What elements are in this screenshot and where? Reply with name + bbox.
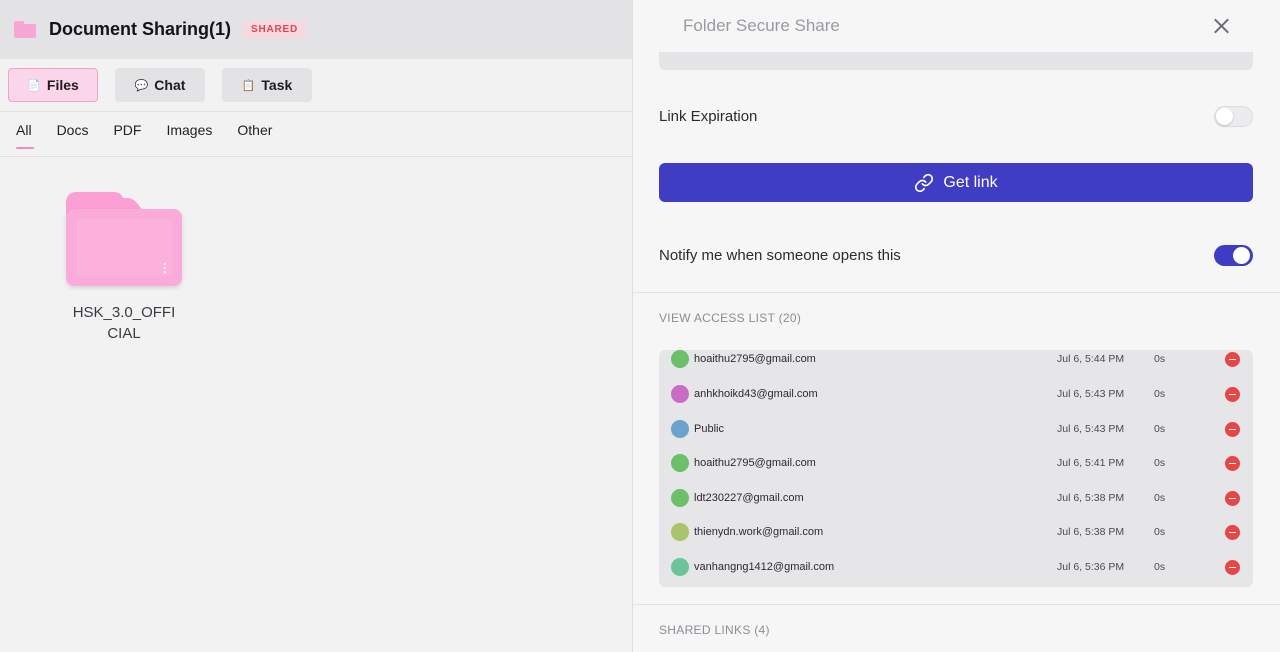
- tab-pdf[interactable]: PDF: [113, 122, 141, 156]
- avatar: [671, 420, 689, 438]
- header: Document Sharing(1) SHARED: [0, 0, 632, 59]
- shared-links-title[interactable]: SHARED LINKS (4): [659, 623, 770, 637]
- scrolled-field: [659, 52, 1253, 70]
- remove-icon[interactable]: [1225, 559, 1240, 575]
- access-date: Jul 6, 5:43 PM: [1057, 423, 1125, 435]
- status-badge: SHARED: [243, 20, 307, 39]
- remove-icon[interactable]: [1225, 524, 1240, 540]
- chat-button[interactable]: 💬 Chat: [115, 68, 205, 102]
- chat-button-label: Chat: [154, 77, 186, 93]
- access-date: Jul 6, 5:36 PM: [1057, 561, 1125, 573]
- folder-item[interactable]: · · · HSK_3.0_OFFICIAL: [64, 192, 184, 344]
- access-duration: 0s: [1154, 526, 1166, 538]
- file-icon: 📄: [27, 79, 41, 92]
- access-duration: 0s: [1154, 492, 1166, 504]
- access-email: hoaithu2795@gmail.com: [694, 353, 816, 365]
- remove-icon[interactable]: [1225, 421, 1240, 437]
- notify-toggle[interactable]: [1214, 245, 1253, 266]
- access-date: Jul 6, 5:41 PM: [1057, 457, 1125, 469]
- access-duration: 0s: [1154, 561, 1166, 573]
- access-list[interactable]: hoaithu2795@gmail.com Jul 6, 5:44 PM 0s …: [659, 350, 1253, 587]
- divider: [633, 604, 1280, 605]
- avatar: [671, 385, 689, 403]
- tab-images[interactable]: Images: [166, 122, 212, 156]
- access-duration: 0s: [1154, 353, 1166, 365]
- list-item: hoaithu2795@gmail.com Jul 6, 5:44 PM 0s: [659, 350, 1253, 376]
- list-item: vanhangng1412@gmail.com Jul 6, 5:36 PM 0…: [659, 550, 1253, 584]
- access-date: Jul 6, 5:38 PM: [1057, 526, 1125, 538]
- folder-icon: [14, 21, 36, 38]
- access-email: anhkhoikd43@gmail.com: [694, 388, 818, 400]
- list-item: ldt230227@gmail.com Jul 6, 5:38 PM 0s: [659, 481, 1253, 515]
- access-email: Public: [694, 423, 724, 435]
- access-duration: 0s: [1154, 423, 1166, 435]
- filter-tabs: All Docs PDF Images Other: [0, 112, 632, 157]
- access-email: vanhangng1412@gmail.com: [694, 561, 835, 573]
- get-link-label: Get link: [943, 173, 998, 191]
- list-item: hoaithu2795@gmail.com Jul 6, 5:41 PM 0s: [659, 446, 1253, 480]
- page-title: Document Sharing(1): [49, 19, 232, 39]
- share-panel: Folder Secure Share Link Expiration Get …: [632, 0, 1280, 652]
- avatar: [671, 489, 689, 507]
- avatar: [671, 454, 689, 472]
- remove-icon[interactable]: [1225, 455, 1240, 471]
- tab-other[interactable]: Other: [237, 122, 272, 156]
- more-options-icon[interactable]: · · ·: [163, 258, 167, 278]
- close-icon[interactable]: [1214, 19, 1228, 33]
- access-list-title[interactable]: VIEW ACCESS LIST (20): [659, 311, 801, 325]
- remove-icon[interactable]: [1225, 386, 1240, 402]
- remove-icon[interactable]: [1225, 351, 1240, 367]
- folder-icon: · · ·: [66, 192, 182, 286]
- link-icon: [915, 173, 934, 192]
- file-browser: Document Sharing(1) SHARED 📄 Files 💬 Cha…: [0, 0, 632, 652]
- mode-tabs: 📄 Files 💬 Chat 📋 Task: [0, 59, 632, 112]
- speech-bubble-icon: 💬: [134, 79, 149, 92]
- access-email: hoaithu2795@gmail.com: [694, 457, 816, 469]
- notify-label: Notify me when someone opens this: [659, 247, 901, 264]
- notify-row: Notify me when someone opens this: [659, 245, 1253, 266]
- list-item: anhkhoikd43@gmail.com Jul 6, 5:43 PM 0s: [659, 377, 1253, 411]
- access-email: ldt230227@gmail.com: [694, 492, 804, 504]
- folder-name: HSK_3.0_OFFICIAL: [72, 304, 176, 342]
- list-item: Public Jul 6, 5:43 PM 0s: [659, 412, 1253, 446]
- access-date: Jul 6, 5:44 PM: [1057, 353, 1125, 365]
- panel-header: Folder Secure Share: [633, 0, 1280, 52]
- link-expiration-toggle[interactable]: [1214, 106, 1253, 127]
- link-expiration-row: Link Expiration: [659, 106, 1253, 127]
- link-expiration-label: Link Expiration: [659, 108, 758, 125]
- access-date: Jul 6, 5:38 PM: [1057, 492, 1125, 504]
- access-duration: 0s: [1154, 388, 1166, 400]
- list-item: thienydn.work@gmail.com Jul 6, 5:38 PM 0…: [659, 515, 1253, 549]
- task-button-label: Task: [261, 77, 293, 93]
- task-button[interactable]: 📋 Task: [222, 68, 312, 102]
- files-button[interactable]: 📄 Files: [8, 68, 98, 102]
- avatar: [671, 523, 689, 541]
- tab-docs[interactable]: Docs: [57, 122, 89, 156]
- clipboard-icon: 📋: [241, 79, 256, 92]
- avatar: [671, 350, 689, 368]
- avatar: [671, 558, 689, 576]
- access-duration: 0s: [1154, 457, 1166, 469]
- divider: [633, 292, 1280, 293]
- files-button-label: Files: [46, 77, 79, 93]
- get-link-button[interactable]: Get link: [659, 163, 1253, 202]
- panel-title: Folder Secure Share: [683, 16, 840, 35]
- access-email: thienydn.work@gmail.com: [694, 526, 824, 538]
- access-date: Jul 6, 5:43 PM: [1057, 388, 1125, 400]
- tab-all[interactable]: All: [16, 122, 34, 156]
- remove-icon[interactable]: [1225, 490, 1240, 506]
